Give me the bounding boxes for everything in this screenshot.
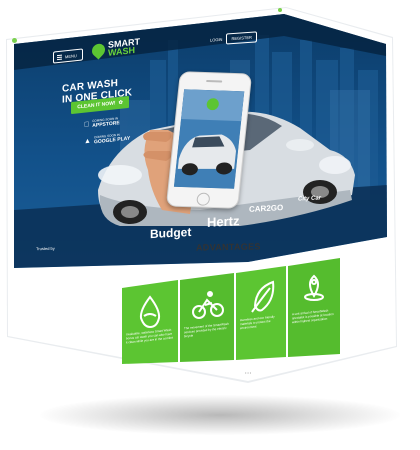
page-indicator: ••• xyxy=(245,370,253,375)
advantage-card-2 xyxy=(180,273,234,362)
tablet-camera-dot xyxy=(278,8,282,12)
advantage-card-1 xyxy=(122,280,178,364)
tablet-corner-dot xyxy=(12,38,17,43)
advantages-cards xyxy=(122,258,340,364)
advantage-card-3 xyxy=(236,266,286,360)
